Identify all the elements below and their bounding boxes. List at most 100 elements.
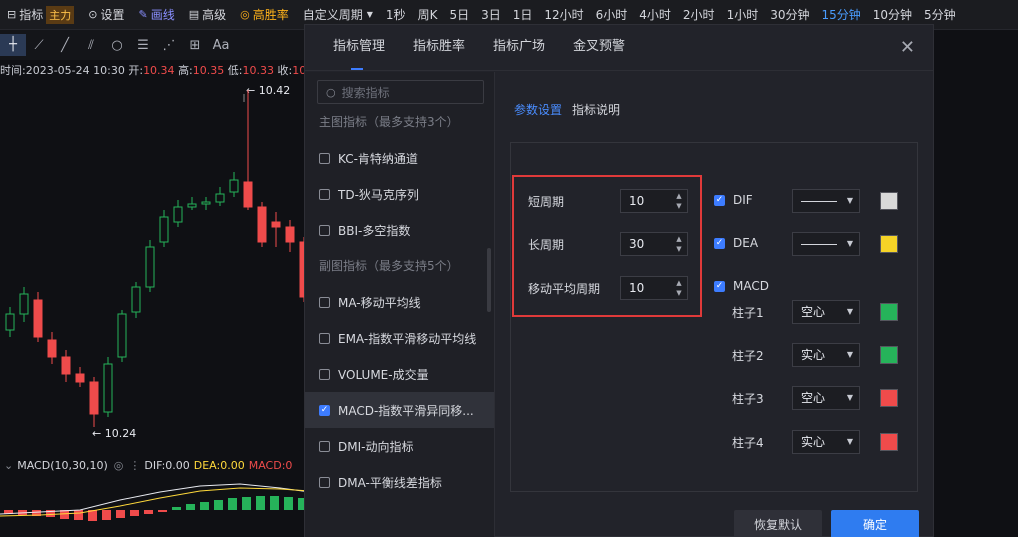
- indicator-label: DMI-动向指标: [338, 439, 414, 454]
- dialog-tab-2[interactable]: 指标广场: [479, 24, 559, 70]
- period-10[interactable]: 30分钟: [764, 6, 815, 23]
- parallel-channel-tool-icon[interactable]: ⫽: [78, 38, 104, 53]
- bar-style-dropdown[interactable]: 实心 ▼: [792, 343, 860, 367]
- color-swatch[interactable]: [880, 235, 898, 253]
- confirm-button[interactable]: 确定: [831, 510, 919, 537]
- indicator-checkbox[interactable]: [319, 368, 330, 380]
- indicator-item[interactable]: MA-移动平均线: [305, 284, 494, 320]
- period-6[interactable]: 6小时: [590, 6, 634, 23]
- bar-style-dropdown[interactable]: 空心 ▼: [792, 386, 860, 410]
- draw-line-button[interactable]: ✎ 画线: [131, 0, 181, 29]
- macd-checkbox[interactable]: ✓: [714, 280, 725, 292]
- indicator-item[interactable]: DMI-动向指标: [305, 428, 494, 464]
- indicator-checkbox[interactable]: [319, 476, 330, 488]
- stepper-arrows-icon[interactable]: ▲ ▼: [674, 234, 684, 254]
- close-icon[interactable]: ✕: [900, 37, 915, 58]
- line-label: DEA: [733, 236, 759, 250]
- settings-icon[interactable]: ⋮: [129, 459, 140, 472]
- period-3[interactable]: 3日: [475, 6, 507, 23]
- indicator-item[interactable]: EMA-指数平滑移动平均线: [305, 320, 494, 356]
- macd-histogram-bar: [172, 507, 181, 510]
- trend-line-tool-icon[interactable]: ⟋: [26, 38, 52, 53]
- color-swatch[interactable]: [880, 389, 898, 407]
- time-value: 2023-05-24 10:30: [25, 64, 125, 77]
- target-icon: ◎: [240, 8, 250, 21]
- param-stepper[interactable]: 30 ▲ ▼: [620, 232, 688, 256]
- indicator-checkbox[interactable]: [319, 188, 330, 200]
- main-force-badge[interactable]: 主力: [46, 5, 75, 24]
- period-11[interactable]: 15分钟: [815, 6, 866, 23]
- indicator-item[interactable]: BBI-多空指数: [305, 212, 494, 248]
- period-1[interactable]: 周K: [412, 6, 444, 23]
- bar-style-dropdown[interactable]: 实心 ▼: [792, 430, 860, 454]
- period-7[interactable]: 4小时: [633, 6, 677, 23]
- settings-button[interactable]: ⊙ 设置: [81, 0, 131, 29]
- sidebar-scrollbar[interactable]: [487, 248, 491, 312]
- dialog-tab-3[interactable]: 金叉预警: [559, 24, 639, 70]
- period-9[interactable]: 1小时: [721, 6, 765, 23]
- line-checkbox[interactable]: ✓: [714, 237, 725, 249]
- macd-histogram-bar: [186, 504, 195, 510]
- indicator-checkbox[interactable]: ✓: [319, 404, 330, 416]
- color-swatch[interactable]: [880, 433, 898, 451]
- period-5[interactable]: 12小时: [538, 6, 589, 23]
- text-tool[interactable]: Aa: [208, 38, 234, 53]
- indicator-item[interactable]: VOLUME-成交量: [305, 356, 494, 392]
- period-13[interactable]: 5分钟: [918, 6, 962, 23]
- candle-body: [33, 299, 43, 338]
- indicator-checkbox[interactable]: [319, 224, 330, 236]
- reset-default-button[interactable]: 恢复默认: [734, 510, 822, 537]
- period-12[interactable]: 10分钟: [867, 6, 918, 23]
- macd-toggle[interactable]: ✓ MACD: [714, 279, 769, 293]
- subtab-params[interactable]: 参数设置: [514, 101, 562, 118]
- indicator-item[interactable]: DMA-平衡线差指标: [305, 464, 494, 500]
- line-toggle[interactable]: ✓ DIF: [714, 193, 753, 207]
- period-2[interactable]: 5日: [443, 6, 475, 23]
- indicator-checkbox[interactable]: [319, 440, 330, 452]
- drawing-toolbar: ┼ ⟋ ╱ ⫽ ○ ☰ ⋰ ⊞ Aa: [0, 30, 310, 60]
- indicator-item[interactable]: ✓ MACD-指数平滑异同移...: [305, 392, 494, 428]
- collapse-icon[interactable]: ⌄: [4, 459, 13, 472]
- wave-tool-icon[interactable]: ⋰: [156, 38, 182, 53]
- line-checkbox[interactable]: ✓: [714, 194, 725, 206]
- crosshair-tool-icon[interactable]: ┼: [0, 34, 26, 56]
- period-8[interactable]: 2小时: [677, 6, 721, 23]
- period-4[interactable]: 1日: [507, 6, 539, 23]
- bar-style-value: 实心: [801, 348, 826, 362]
- period-0[interactable]: 1秒: [380, 6, 412, 23]
- bar-style-dropdown[interactable]: 空心 ▼: [792, 300, 860, 324]
- measure-tool-icon[interactable]: ⊞: [182, 38, 208, 53]
- indicator-label: BBI-多空指数: [338, 223, 411, 238]
- line-style-dropdown[interactable]: ▼: [792, 189, 860, 213]
- advanced-button[interactable]: ▤ 高级: [182, 0, 233, 29]
- indicator-item[interactable]: TD-狄马克序列: [305, 176, 494, 212]
- indicator-checkbox[interactable]: [319, 152, 330, 164]
- indicator-item[interactable]: KC-肯特纳通道: [305, 140, 494, 176]
- macd-histogram-bar: [74, 510, 83, 520]
- main-indicator-group-title: 主图指标（最多支持3个）: [319, 115, 459, 129]
- macd-histogram-bar: [158, 510, 167, 512]
- indicator-button[interactable]: ⊟ 指标 主力: [0, 0, 81, 29]
- line-style-dropdown[interactable]: ▼: [792, 232, 860, 256]
- fib-tool-icon[interactable]: ☰: [130, 38, 156, 53]
- subtab-description[interactable]: 指标说明: [572, 101, 620, 118]
- draw-line-label: 画线: [150, 8, 175, 22]
- stepper-arrows-icon[interactable]: ▲ ▼: [674, 191, 684, 211]
- param-stepper[interactable]: 10 ▲ ▼: [620, 276, 688, 300]
- indicator-checkbox[interactable]: [319, 296, 330, 308]
- line-toggle[interactable]: ✓ DEA: [714, 236, 758, 250]
- bar-style-value: 实心: [801, 435, 826, 449]
- color-swatch[interactable]: [880, 192, 898, 210]
- line-tool-icon[interactable]: ╱: [52, 38, 78, 53]
- dialog-tab-1[interactable]: 指标胜率: [399, 24, 479, 70]
- high-win-button[interactable]: ◎ 高胜率: [233, 0, 296, 29]
- eye-icon[interactable]: ◎: [114, 459, 124, 472]
- dialog-tab-0[interactable]: 指标管理: [319, 24, 399, 70]
- indicator-checkbox[interactable]: [319, 332, 330, 344]
- color-swatch[interactable]: [880, 346, 898, 364]
- param-stepper[interactable]: 10 ▲ ▼: [620, 189, 688, 213]
- stepper-arrows-icon[interactable]: ▲ ▼: [674, 278, 684, 298]
- circle-tool-icon[interactable]: ○: [104, 38, 130, 53]
- search-input[interactable]: ○ 搜索指标: [317, 80, 484, 104]
- color-swatch[interactable]: [880, 303, 898, 321]
